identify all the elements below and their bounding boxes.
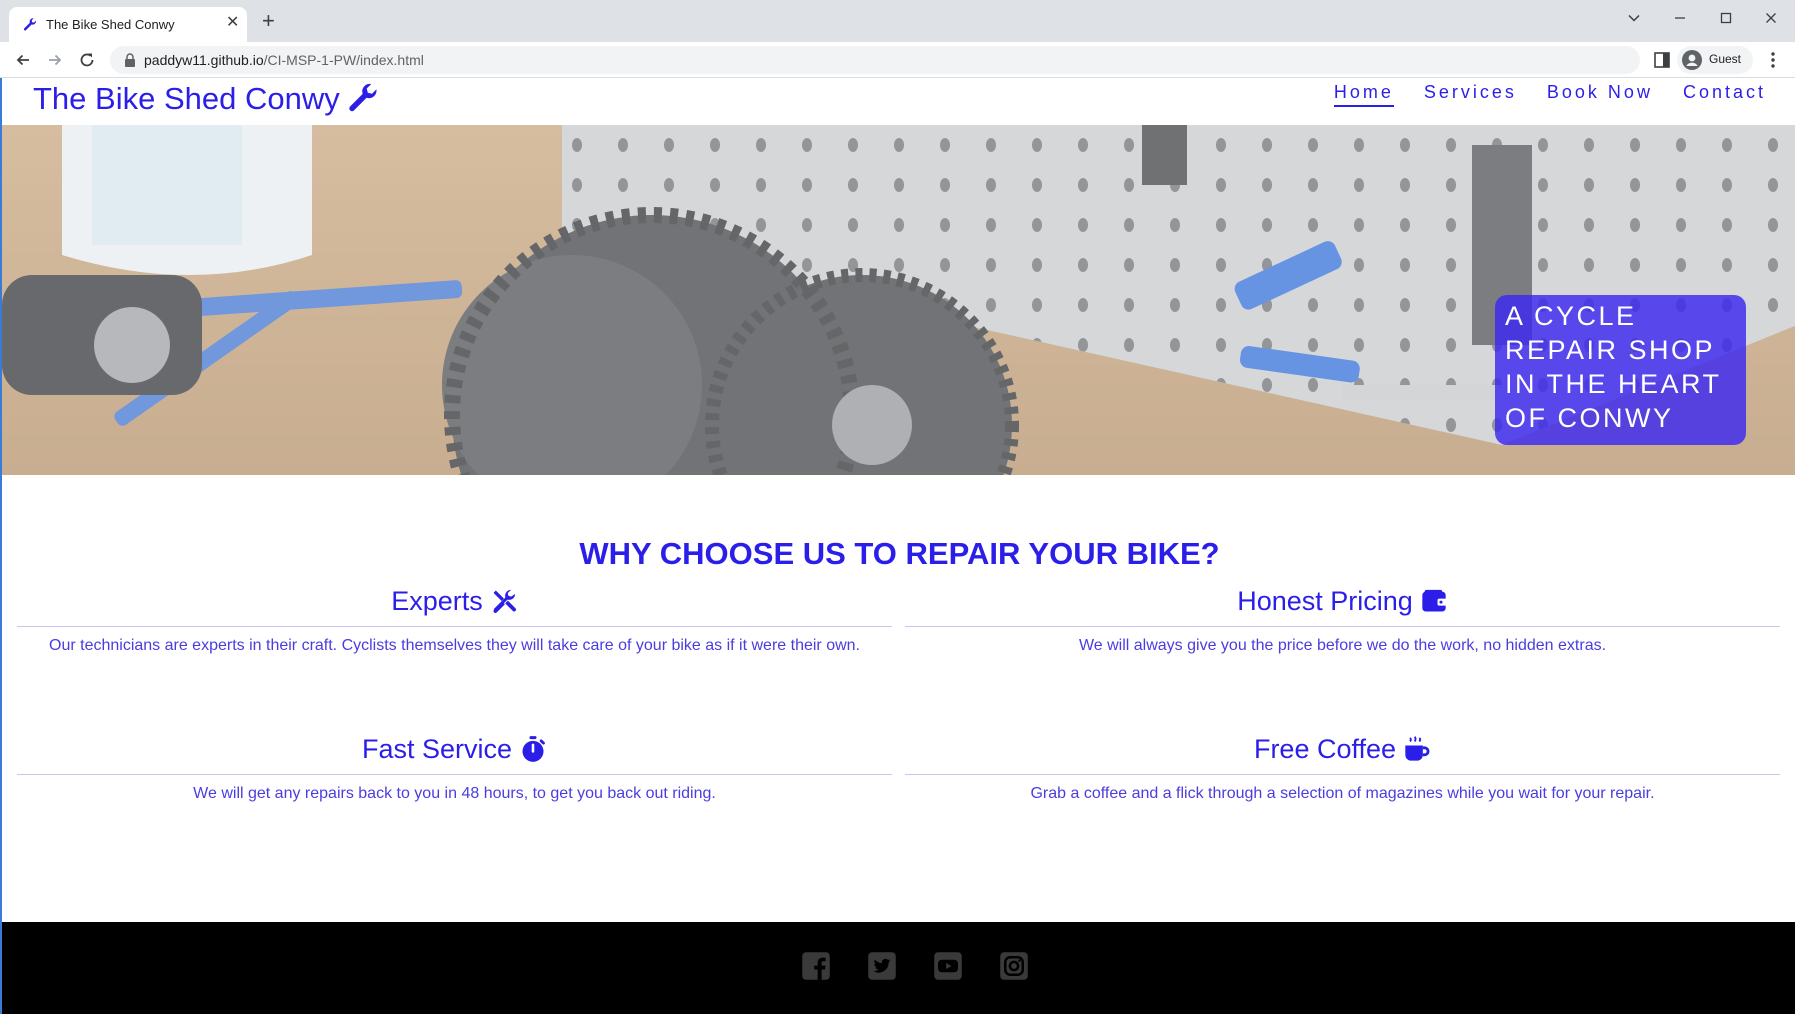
new-tab-button[interactable]: + bbox=[262, 10, 275, 32]
wallet-icon bbox=[1422, 589, 1447, 612]
address-bar[interactable]: paddyw11.github.io/CI-MSP-1-PW/index.htm… bbox=[110, 46, 1640, 74]
more-menu-icon[interactable] bbox=[1763, 50, 1783, 70]
site-logo[interactable]: The Bike Shed Conwy bbox=[33, 81, 381, 117]
nav-services[interactable]: Services bbox=[1424, 82, 1517, 107]
minimize-icon[interactable] bbox=[1668, 6, 1692, 30]
url-text: paddyw11.github.io/CI-MSP-1-PW/index.htm… bbox=[144, 52, 424, 68]
lock-icon bbox=[125, 53, 135, 67]
wrench-icon bbox=[349, 83, 377, 112]
web-page: The Bike Shed Conwy Home Services Book N… bbox=[0, 78, 1795, 1014]
mug-icon bbox=[1405, 736, 1430, 761]
feature-text: We will get any repairs back to you in 4… bbox=[193, 785, 716, 802]
reload-icon[interactable] bbox=[75, 48, 99, 72]
avatar-icon bbox=[1682, 50, 1702, 70]
close-tab-icon[interactable]: ✕ bbox=[226, 15, 239, 31]
hero-tagline: A CYCLE REPAIR SHOP IN THE HEART OF CONW… bbox=[1495, 295, 1746, 445]
back-arrow-icon[interactable] bbox=[11, 48, 35, 72]
tab-title: The Bike Shed Conwy bbox=[46, 17, 175, 32]
browser-toolbar: paddyw11.github.io/CI-MSP-1-PW/index.htm… bbox=[0, 42, 1795, 78]
feature-text: Our technicians are experts in their cra… bbox=[49, 637, 860, 654]
feature-text: Grab a coffee and a flick through a sele… bbox=[1030, 785, 1655, 802]
profile-button[interactable]: Guest bbox=[1677, 46, 1753, 74]
wrench-icon bbox=[23, 18, 36, 31]
browser-tabstrip: The Bike Shed Conwy ✕ + bbox=[0, 0, 1795, 42]
feature-title: Honest Pricing bbox=[905, 583, 1780, 619]
feature-free-coffee: Free Coffee Grab a coffee and a flick th… bbox=[905, 731, 1780, 806]
url-host: paddyw11.github.io bbox=[144, 52, 264, 68]
feature-title: Free Coffee bbox=[905, 731, 1780, 767]
browser-tab[interactable]: The Bike Shed Conwy ✕ bbox=[9, 7, 247, 42]
site-header: The Bike Shed Conwy Home Services Book N… bbox=[2, 78, 1795, 125]
logo-text: The Bike Shed Conwy bbox=[33, 81, 340, 116]
feature-title-text: Free Coffee bbox=[1253, 733, 1397, 764]
main-nav: Home Services Book Now Contact bbox=[1304, 82, 1766, 107]
feature-text: We will always give you the price before… bbox=[1078, 637, 1607, 654]
nav-home[interactable]: Home bbox=[1333, 82, 1394, 107]
tab-search-icon[interactable] bbox=[1622, 6, 1646, 30]
facebook-icon[interactable] bbox=[801, 951, 831, 981]
tools-icon bbox=[493, 589, 516, 613]
nav-book-now[interactable]: Book Now bbox=[1547, 82, 1653, 107]
url-path: /CI-MSP-1-PW/index.html bbox=[263, 52, 424, 68]
maximize-icon[interactable] bbox=[1714, 6, 1738, 30]
feature-title-text: Fast Service bbox=[361, 733, 513, 764]
feature-title: Fast Service bbox=[17, 731, 892, 767]
feature-honest-pricing: Honest Pricing We will always give you t… bbox=[905, 583, 1780, 658]
instagram-icon[interactable] bbox=[999, 951, 1029, 981]
site-footer bbox=[2, 922, 1795, 1014]
twitter-icon[interactable] bbox=[867, 951, 897, 981]
nav-contact[interactable]: Contact bbox=[1683, 82, 1766, 107]
feature-experts: Experts Our technicians are experts in t… bbox=[17, 583, 892, 658]
side-panel-icon[interactable] bbox=[1653, 51, 1671, 69]
feature-title-text: Experts bbox=[391, 585, 483, 616]
feature-title-text: Honest Pricing bbox=[1237, 585, 1413, 616]
hero-banner: A CYCLE REPAIR SHOP IN THE HEART OF CONW… bbox=[2, 125, 1795, 475]
feature-fast-service: Fast Service We will get any repairs bac… bbox=[17, 731, 892, 806]
forward-arrow-icon[interactable] bbox=[43, 48, 67, 72]
why-heading: WHY CHOOSE US TO REPAIR YOUR BIKE? bbox=[579, 536, 1220, 571]
close-window-icon[interactable] bbox=[1759, 6, 1783, 30]
feature-title: Experts bbox=[17, 583, 892, 619]
profile-label: Guest bbox=[1709, 52, 1742, 66]
stopwatch-icon bbox=[522, 736, 545, 762]
youtube-icon[interactable] bbox=[933, 951, 963, 981]
